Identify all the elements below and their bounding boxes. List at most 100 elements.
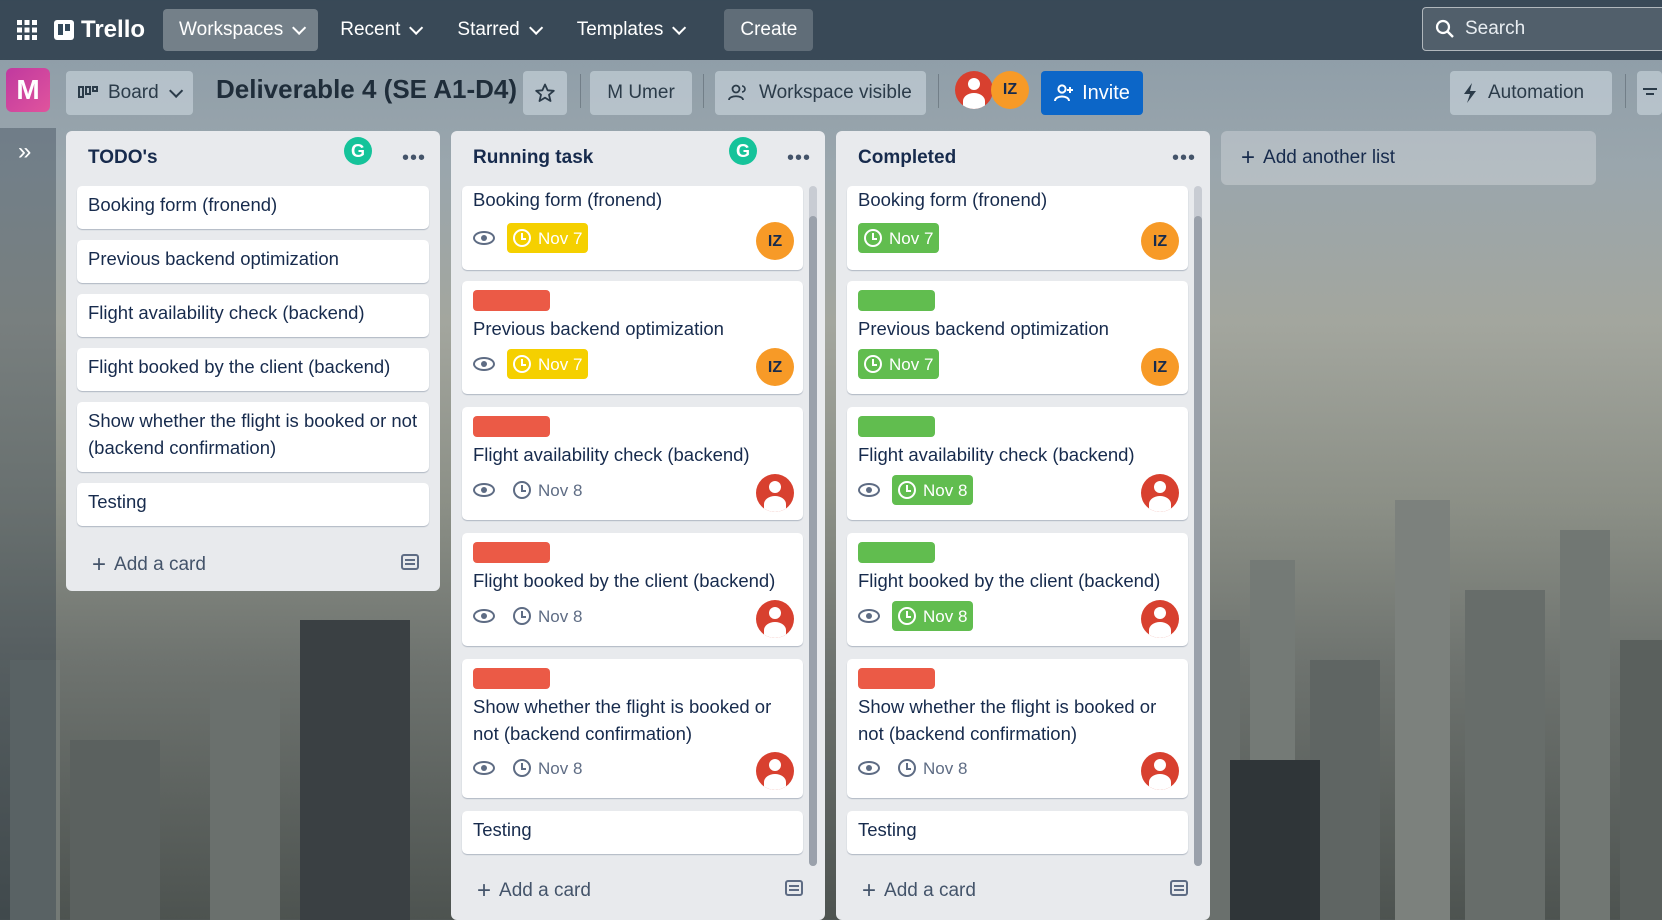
card-label-red[interactable]: [473, 542, 550, 563]
invite-label: Invite: [1082, 81, 1130, 104]
card[interactable]: Previous backend optimization: [77, 240, 429, 283]
card-label-red[interactable]: [473, 416, 550, 437]
card[interactable]: Show whether the flight is booked or not…: [462, 659, 803, 798]
workspace-badge[interactable]: M: [6, 68, 50, 112]
card[interactable]: Booking form (fronend) Nov 7 IZ: [847, 186, 1188, 270]
add-list-label: Add another list: [1263, 147, 1396, 168]
due-date-badge[interactable]: Nov 8: [892, 601, 974, 631]
grammarly-icon[interactable]: G: [729, 137, 757, 165]
card[interactable]: Flight booked by the client (backend): [77, 348, 429, 391]
due-date-badge[interactable]: Nov 7: [858, 223, 940, 253]
member-avatar-user[interactable]: [1141, 752, 1179, 790]
due-date-badge[interactable]: Nov 7: [507, 223, 589, 253]
board-title[interactable]: Deliverable 4 (SE A1-D4): [216, 74, 517, 105]
starred-menu[interactable]: Starred: [441, 9, 554, 51]
card[interactable]: Testing: [462, 811, 803, 854]
search-icon: [1435, 19, 1454, 38]
member-avatar-user[interactable]: [756, 600, 794, 638]
member-avatar-user[interactable]: [756, 474, 794, 512]
member-avatar-iz[interactable]: IZ: [991, 71, 1029, 109]
card[interactable]: Show whether the flight is booked or not…: [77, 402, 429, 472]
member-avatar-iz[interactable]: IZ: [1141, 222, 1179, 260]
list-title[interactable]: Completed: [858, 147, 956, 169]
due-date-badge[interactable]: Nov 7: [858, 349, 940, 379]
expand-sidebar-icon[interactable]: »: [18, 138, 31, 166]
card[interactable]: Show whether the flight is booked or not…: [847, 659, 1188, 798]
card[interactable]: Testing: [77, 483, 429, 526]
member-avatar-iz[interactable]: IZ: [756, 348, 794, 386]
add-card-label: Add a card: [499, 880, 591, 901]
create-button[interactable]: Create: [724, 9, 814, 51]
clock-icon: [898, 759, 916, 777]
automation-button[interactable]: Automation: [1450, 71, 1612, 115]
board-view-switcher[interactable]: Board: [66, 71, 193, 115]
card[interactable]: Flight booked by the client (backend) No…: [847, 533, 1188, 646]
card-label-red[interactable]: [473, 668, 550, 689]
list-scrollbar[interactable]: [809, 186, 817, 866]
add-card-button[interactable]: + Add a card: [862, 877, 976, 905]
workspaces-menu[interactable]: Workspaces: [163, 9, 319, 51]
card-label-red[interactable]: [858, 668, 935, 689]
due-date-badge[interactable]: Nov 8: [507, 601, 588, 631]
member-avatar-iz[interactable]: IZ: [1141, 348, 1179, 386]
card-template-icon[interactable]: [401, 554, 419, 570]
card[interactable]: Flight availability check (backend): [77, 294, 429, 337]
trello-logo[interactable]: Trello: [54, 16, 145, 44]
card-template-icon[interactable]: [785, 880, 803, 896]
list-title[interactable]: TODO's: [88, 147, 158, 169]
list-menu-icon[interactable]: •••: [1172, 147, 1196, 170]
add-list-button[interactable]: + Add another list: [1221, 131, 1596, 185]
clock-icon: [513, 355, 531, 373]
app-switcher-icon[interactable]: [0, 0, 54, 60]
workspace-name-button[interactable]: M Umer: [590, 71, 692, 115]
card-label-green[interactable]: [858, 290, 935, 311]
plus-icon: +: [92, 551, 107, 578]
member-avatar-user[interactable]: [955, 71, 993, 109]
due-date-badge[interactable]: Nov 7: [507, 349, 589, 379]
card[interactable]: Booking form (fronend): [77, 186, 429, 229]
member-avatar-user[interactable]: [1141, 474, 1179, 512]
card[interactable]: Booking form (fronend) Nov 7 IZ: [462, 186, 803, 270]
clock-icon: [513, 229, 531, 247]
card-label-green[interactable]: [858, 416, 935, 437]
add-card-button[interactable]: + Add a card: [477, 877, 591, 905]
filter-button-partial[interactable]: [1637, 71, 1662, 115]
automation-label: Automation: [1488, 82, 1585, 103]
card[interactable]: Previous backend optimization Nov 7 IZ: [847, 281, 1188, 394]
add-card-button[interactable]: + Add a card: [92, 551, 206, 579]
card[interactable]: Flight booked by the client (backend) No…: [462, 533, 803, 646]
member-avatar-user[interactable]: [1141, 600, 1179, 638]
due-date-badge[interactable]: Nov 8: [892, 475, 974, 505]
scrollbar-thumb[interactable]: [809, 216, 817, 866]
card[interactable]: Testing: [847, 811, 1188, 854]
list-menu-icon[interactable]: •••: [787, 147, 811, 170]
lightning-icon: [1464, 83, 1476, 103]
card-title: Booking form (fronend): [88, 194, 278, 215]
member-avatar-iz[interactable]: IZ: [756, 222, 794, 260]
due-date-badge[interactable]: Nov 8: [892, 753, 973, 783]
trello-logo-icon: [54, 20, 74, 40]
visibility-button[interactable]: Workspace visible: [715, 71, 926, 115]
recent-menu[interactable]: Recent: [324, 9, 435, 51]
due-date-badge[interactable]: Nov 8: [507, 753, 588, 783]
card-label-green[interactable]: [858, 542, 935, 563]
due-date: Nov 8: [923, 480, 968, 500]
star-board-button[interactable]: [523, 71, 567, 115]
grammarly-icon[interactable]: G: [344, 137, 372, 165]
card[interactable]: Flight availability check (backend) Nov …: [847, 407, 1188, 520]
templates-menu[interactable]: Templates: [561, 9, 699, 51]
invite-button[interactable]: Invite: [1041, 71, 1143, 115]
card[interactable]: Flight availability check (backend) Nov …: [462, 407, 803, 520]
card-title: Flight availability check (backend): [88, 302, 365, 323]
list-menu-icon[interactable]: •••: [402, 147, 426, 170]
card-title: Booking form (fronend): [858, 189, 1048, 210]
search-input[interactable]: Search: [1422, 7, 1662, 51]
member-avatar-user[interactable]: [756, 752, 794, 790]
card-label-red[interactable]: [473, 290, 550, 311]
card[interactable]: Previous backend optimization Nov 7 IZ: [462, 281, 803, 394]
list-title[interactable]: Running task: [473, 147, 593, 169]
due-date-badge[interactable]: Nov 8: [507, 475, 588, 505]
card-template-icon[interactable]: [1170, 880, 1188, 896]
scrollbar-thumb[interactable]: [1194, 216, 1202, 866]
list-scrollbar[interactable]: [1194, 186, 1202, 866]
